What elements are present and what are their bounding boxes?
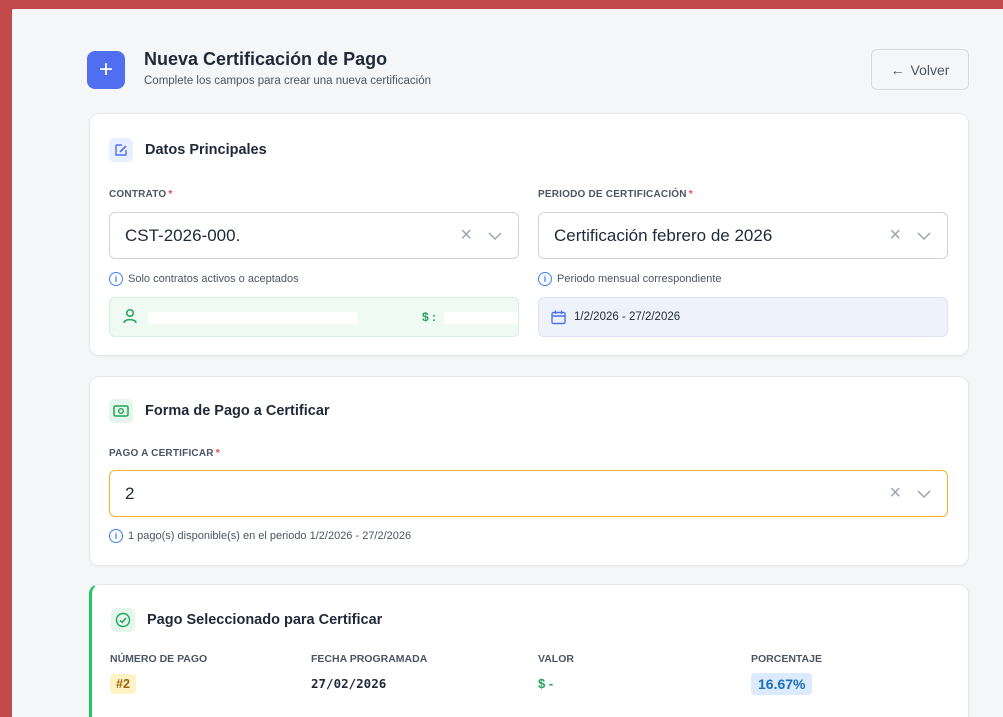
- chevron-down-icon[interactable]: [917, 486, 931, 504]
- new-certification-icon: +: [87, 51, 125, 89]
- page-title: Nueva Certificación de Pago: [144, 49, 388, 69]
- valor-label: VALOR: [538, 653, 574, 665]
- arrow-left-icon: ←: [890, 61, 905, 78]
- fecha-programada-label: FECHA PROGRAMADA: [311, 653, 428, 665]
- card-title: Datos Principales: [145, 142, 267, 158]
- card-title: Forma de Pago a Certificar: [145, 403, 330, 419]
- card-header: Forma de Pago a Certificar: [109, 399, 330, 423]
- clear-icon[interactable]: ×: [889, 225, 901, 245]
- numero-pago-label: NÚMERO DE PAGO: [110, 653, 208, 665]
- contrato-summary: $ :: [109, 297, 519, 337]
- page: + Nueva Certificación de Pago Complete l…: [12, 9, 1003, 717]
- pago-certificar-hint: i 1 pago(s) disponible(s) en el periodo …: [109, 529, 411, 543]
- periodo-value: Certificación febrero de 2026: [554, 226, 773, 245]
- periodo-date-range: 1/2/2026 - 27/2/2026: [538, 297, 948, 337]
- datos-principales-card: Datos Principales CONTRATO * CST-2026-000…: [89, 113, 969, 356]
- redacted-contractor: [148, 312, 358, 324]
- user-icon: [122, 308, 138, 329]
- pago-certificar-value: 2: [125, 484, 135, 503]
- pago-seleccionado-card: Pago Seleccionado para Certificar NÚMERO…: [89, 584, 969, 717]
- numero-pago-value: #2: [110, 674, 136, 694]
- chevron-down-icon[interactable]: [488, 228, 502, 246]
- fecha-programada-value: 27/02/2026: [311, 676, 387, 691]
- periodo-hint: i Periodo mensual correspondiente: [538, 272, 722, 286]
- periodo-label: PERIODO DE CERTIFICACIÓN *: [538, 189, 693, 200]
- info-icon: i: [538, 272, 552, 286]
- valor-value: $ -: [538, 676, 554, 691]
- edit-icon: [109, 138, 133, 162]
- clear-icon[interactable]: ×: [460, 225, 472, 245]
- redacted-amount: [444, 312, 518, 324]
- page-header: + Nueva Certificación de Pago Complete l…: [86, 45, 969, 95]
- pago-certificar-select[interactable]: 2 ×: [109, 470, 948, 517]
- back-button-label: Volver: [910, 61, 950, 78]
- card-header: Pago Seleccionado para Certificar: [111, 608, 382, 632]
- info-icon: i: [109, 272, 123, 286]
- check-circle-icon: [111, 608, 135, 632]
- back-button[interactable]: ← Volver: [871, 49, 969, 90]
- porcentaje-value: 16.67%: [751, 673, 813, 695]
- contrato-hint: i Solo contratos activos o aceptados: [109, 272, 299, 286]
- porcentaje-label: PORCENTAJE: [751, 653, 822, 665]
- card-title: Pago Seleccionado para Certificar: [147, 612, 383, 628]
- plus-icon: +: [98, 56, 113, 83]
- card-header: Datos Principales: [109, 138, 267, 162]
- chevron-down-icon[interactable]: [917, 228, 931, 246]
- contrato-label: CONTRATO *: [109, 189, 173, 200]
- periodo-select[interactable]: Certificación febrero de 2026 ×: [538, 212, 948, 259]
- forma-pago-card: Forma de Pago a Certificar PAGO A CERTIF…: [89, 376, 969, 566]
- page-subtitle: Complete los campos para crear una nueva…: [144, 75, 432, 87]
- contrato-select[interactable]: CST-2026-000. ×: [109, 212, 519, 259]
- calendar-icon: [551, 310, 566, 330]
- clear-icon[interactable]: ×: [889, 483, 901, 503]
- info-icon: i: [109, 529, 123, 543]
- money-icon: [109, 399, 133, 423]
- contrato-value: CST-2026-000.: [125, 226, 241, 245]
- contrato-amount: $ :: [422, 310, 437, 324]
- pago-certificar-label: PAGO A CERTIFICAR *: [109, 448, 220, 459]
